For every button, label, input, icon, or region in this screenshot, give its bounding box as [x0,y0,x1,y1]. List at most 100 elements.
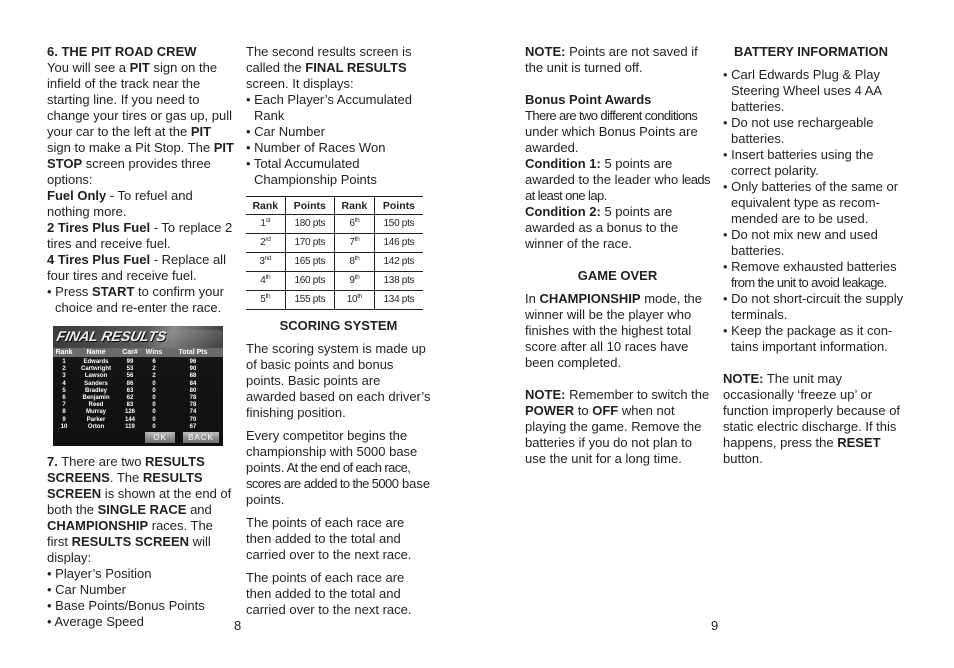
screenshot-column-header: Name [86,349,106,356]
bonus-intro: There are two different conditions under… [525,108,698,155]
rank-cell: 7th [333,233,375,253]
screenshot-cell: 86 [126,380,134,387]
screenshot-cell: 62 [126,395,134,401]
rank-suffix: nd [264,255,272,262]
screenshot-cell: 7 [62,402,66,409]
screenshot-cell: 9 [62,416,66,423]
right-page-column-1: NOTE: Points are not saved if the unit i… [525,44,711,467]
screenshot-cell: 2 [152,366,156,373]
game-over-paragraph: In CHAMPIONSHIP mode, the winner will be… [525,291,703,370]
screenshot-cell: 67 [189,423,197,430]
list-item: • Carl Edwards Plug & Play Steering Whee… [723,67,882,114]
scoring-paragraph-2: Every competitor begins the championship… [246,428,431,507]
page-number-left: 8 [234,618,242,633]
rank-suffix: th [354,217,360,224]
press-start-bullet: • Press START to confirm your choice and… [47,284,224,315]
screenshot-cell: 2 [62,366,66,373]
points-cell: 138 pts [373,271,423,291]
battery-info-heading: BATTERY INFORMATION [733,44,889,59]
rank-cell: 3nd [246,252,286,272]
bonus-awards-heading: Bonus Point Awards [525,92,652,107]
points-table-row: 2rd 170 pts 7th 146 pts [246,233,423,253]
list-item: • Do not short-circuit the supply termin… [723,291,904,322]
screenshot-cell: Sanders [84,380,108,387]
rank-suffix: th [265,293,271,300]
list-item: • Average Speed [47,614,144,629]
ok-button[interactable]: OK [145,432,175,443]
screenshot-cell: 3 [62,373,66,380]
results-screens-paragraph: 7. There are two RESULTS SCREENS. The RE… [47,454,232,565]
points-cell: 155 pts [284,290,335,310]
screenshot-cell: 88 [189,373,197,380]
back-button[interactable]: BACK [183,432,219,443]
rank-cell: 10th [333,290,375,310]
list-item: • Car Number [246,124,325,139]
column-header: Points [373,196,423,215]
screenshot-cell: 99 [126,359,134,365]
rank-cell: 5th [246,290,286,310]
screenshot-cell: 84 [189,380,197,387]
scoring-paragraph-1: The scoring system is made up of basic p… [246,341,431,420]
list-item: • Only batteries of the same or equivale… [723,179,899,226]
screenshot-cell: 6 [152,359,156,365]
scoring-paragraph-4: The points of each race are then added t… [246,570,412,617]
list-item: • Do not mix new and used batteries. [723,227,878,258]
screenshot-cell: Reed [88,402,104,409]
points-cell: 150 pts [373,214,423,234]
screenshot-cell: 0 [152,409,156,416]
screenshot-cell: Cartwright [81,366,111,373]
screenshot-cell: Orton [87,423,105,430]
screenshot-cell: 0 [152,423,156,430]
rank-suffix: th [354,255,360,262]
note-points-not-saved: NOTE: Points are not saved if the unit i… [525,44,698,75]
pit-option-4-tires: 4 Tires Plus Fuel - Replace all four tir… [47,252,226,283]
points-table-row: 3nd 165 pts 8th 142 pts [246,252,423,272]
list-item: • Base Points/Bonus Points [47,598,205,613]
race-car-graphic [163,330,223,348]
rank-suffix: th [265,274,271,281]
points-cell: 146 pts [373,233,423,253]
screenshot-cell: Parker [86,416,106,423]
rank-number: 10 [346,294,358,305]
left-page-column-2: The second results screen is called the … [246,44,431,618]
points-cell: 160 pts [284,271,335,291]
screenshot-cell: 96 [189,359,197,365]
screenshot-cell: 0 [152,395,156,401]
screenshot-cell: 119 [125,423,135,430]
bonus-condition-2: Condition 2: 5 points are awarded as a b… [525,204,679,251]
column-header: Rank [246,196,286,215]
note-power-off: NOTE: Remember to switch the POWER to OF… [525,387,710,466]
screenshot-cell: 78 [189,402,197,409]
screenshot-cell: 0 [152,402,156,409]
rank-cell: 2rd [246,233,286,253]
bonus-condition-1: Condition 1: 5 points are awarded to the… [525,156,711,203]
page-number-right: 9 [711,618,719,633]
screenshot-cell: 80 [189,387,197,394]
game-over-heading: GAME OVER [577,268,658,283]
screenshot-cell: 6 [62,395,66,401]
list-item: • Car Number [47,582,126,597]
screenshot-cell: Bradley [84,387,107,394]
final-results-screenshot: FINAL RESULTS Rank Name Car# Wins Total Pts 1… [53,326,223,446]
points-table: Rank Points Rank Points 1st 180 pts 6th 150… [246,196,423,310]
scoring-paragraph-3: The points of each race are then added t… [246,515,412,562]
pit-option-2-tires: 2 Tires Plus Fuel - To replace 2 tires a… [47,220,233,251]
points-cell: 134 pts [373,290,423,310]
rank-cell: 8th [333,252,375,272]
points-table-row: 4th 160 pts 9th 138 pts [246,271,423,291]
pit-option-fuel-only: Fuel Only - To refuel and nothing more. [47,188,193,219]
screenshot-cell: 1 [62,359,66,365]
screenshot-column-header: Car# [122,349,138,356]
rank-cell: 9th [333,271,375,291]
screenshot-cell: Benjamin [82,395,110,401]
screenshot-cell: Lawson [84,373,108,380]
list-item: • Number of Races Won [246,140,386,155]
points-cell: 142 pts [373,252,423,272]
list-item: • Keep the package as it con-tains impor… [723,323,893,354]
list-item: • Remove exhausted batteries from the un… [723,259,897,290]
screenshot-cell: 74 [189,409,197,416]
